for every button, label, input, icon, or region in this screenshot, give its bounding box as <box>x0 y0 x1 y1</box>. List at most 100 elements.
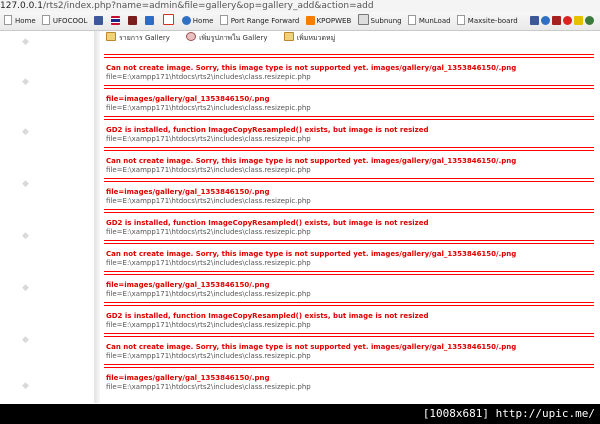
watermark-bar: [1008x681] http://upic.me/ <box>0 404 600 424</box>
bookmark-port-range-forward[interactable]: Port Range Forward <box>219 12 299 30</box>
divider <box>104 367 594 368</box>
bookmark-kpopweb[interactable]: KPOPWEB <box>305 12 351 30</box>
left-sidebar: ◆ ◆ ◆ ◆ ◆ ◆ ◆ ◆ <box>0 31 92 403</box>
thai-flag-icon <box>110 16 120 25</box>
error-block: GD2 is installed, function ImageCopyResa… <box>102 299 596 330</box>
main-content: รายการ Gallery เพิ่มรูปภาพใน Gallery เพิ… <box>102 31 596 403</box>
tab-add-category[interactable]: เพิ่มหมวดหมู่ <box>283 32 335 42</box>
divider <box>104 147 594 148</box>
divider <box>104 212 594 213</box>
error-block: Can not create image. Sorry, this image … <box>102 330 596 361</box>
error-file: file=E:\xampp171\htdocs\rts2\includes\cl… <box>106 290 311 298</box>
fold-arrow-icon: ◆ <box>22 335 29 345</box>
error-block: Can not create image. Sorry, this image … <box>102 237 596 268</box>
error-message: Can not create image. Sorry, this image … <box>106 343 517 351</box>
error-message: GD2 is installed, function ImageCopyResa… <box>106 312 429 320</box>
error-file: file=E:\xampp171\htdocs\rts2\includes\cl… <box>106 352 311 360</box>
pencil-icon[interactable] <box>574 16 583 25</box>
gmail-icon <box>162 14 174 25</box>
fold-arrow-icon: ◆ <box>22 179 29 189</box>
bookmark-gmail[interactable] <box>162 12 176 30</box>
divider <box>104 54 594 55</box>
url-host: 127.0.0.1 <box>0 1 43 11</box>
divider <box>104 364 594 365</box>
divider <box>104 119 594 120</box>
gallery-tabs: รายการ Gallery เพิ่มรูปภาพใน Gallery เพิ… <box>102 31 596 51</box>
error-file: file=E:\xampp171\htdocs\rts2\includes\cl… <box>106 166 311 174</box>
error-message: file=images/gallery/gal_1353846150/.png <box>106 374 270 382</box>
folder-icon <box>106 32 116 41</box>
error-message: file=images/gallery/gal_1353846150/.png <box>106 95 270 103</box>
divider <box>104 271 594 272</box>
error-message: file=images/gallery/gal_1353846150/.png <box>106 188 270 196</box>
error-block: file=images/gallery/gal_1353846150/.png f… <box>102 175 596 206</box>
divider <box>104 243 594 244</box>
fold-arrow-icon: ◆ <box>22 283 29 293</box>
extension-icon <box>128 16 138 25</box>
bookmark-facebook[interactable] <box>93 12 105 30</box>
tab-add-image[interactable]: เพิ่มรูปภาพใน Gallery <box>186 32 267 42</box>
page-icon <box>407 15 416 25</box>
divider <box>104 85 594 86</box>
globe-icon <box>181 16 191 25</box>
divider <box>104 116 594 117</box>
page-icon <box>456 15 465 25</box>
address-bar[interactable]: 127.0.0.1/rts2/index.php?name=admin&file… <box>0 0 600 12</box>
extension-icons <box>530 12 596 30</box>
bookmark-munload[interactable]: MunLoad <box>407 12 451 30</box>
settings-icon[interactable] <box>585 16 594 25</box>
divider <box>104 305 594 306</box>
lock-icon[interactable] <box>552 16 561 25</box>
star-icon[interactable] <box>541 16 550 25</box>
divider <box>104 209 594 210</box>
error-file: file=E:\xampp171\htdocs\rts2\includes\cl… <box>106 228 311 236</box>
url-path: /rts2/index.php?name=admin&file=gallery&… <box>42 1 374 11</box>
error-file: file=E:\xampp171\htdocs\rts2\includes\cl… <box>106 197 311 205</box>
error-message: Can not create image. Sorry, this image … <box>106 157 517 165</box>
watermark-text: [1008x681] http://upic.me/ <box>422 407 595 420</box>
divider <box>104 57 594 58</box>
bookmark-zing[interactable] <box>145 12 156 30</box>
error-file: file=E:\xampp171\htdocs\rts2\includes\cl… <box>106 383 311 391</box>
bookmark-maxsite-board[interactable]: Maxsite-board <box>456 12 518 30</box>
fold-arrow-icon: ◆ <box>22 231 29 241</box>
zing-icon <box>145 16 155 25</box>
error-file: file=E:\xampp171\htdocs\rts2\includes\cl… <box>106 135 311 143</box>
error-file: file=E:\xampp171\htdocs\rts2\includes\cl… <box>106 321 311 329</box>
fold-arrow-icon: ◆ <box>22 37 29 47</box>
bookmark-thai-flag[interactable] <box>110 12 122 30</box>
divider <box>104 333 594 334</box>
column-shadow <box>94 31 100 403</box>
image-add-icon <box>186 32 197 41</box>
blogger-icon <box>305 16 315 25</box>
facebook-icon <box>93 16 103 25</box>
divider <box>104 302 594 303</box>
divider <box>104 178 594 179</box>
folder-add-icon <box>283 32 294 41</box>
error-message: GD2 is installed, function ImageCopyResa… <box>106 219 429 227</box>
bookmark-extension[interactable] <box>128 12 139 30</box>
error-message: Can not create image. Sorry, this image … <box>106 250 517 258</box>
fold-arrow-icon: ◆ <box>22 77 29 87</box>
divider <box>104 181 594 182</box>
divider <box>104 240 594 241</box>
bookmark-ufocool[interactable]: UFOCOOL <box>41 12 87 30</box>
error-file: file=E:\xampp171\htdocs\rts2\includes\cl… <box>106 73 311 81</box>
error-block: file=images/gallery/gal_1353846150/.png f… <box>102 82 596 113</box>
divider <box>104 88 594 89</box>
error-message: file=images/gallery/gal_1353846150/.png <box>106 281 270 289</box>
error-message: GD2 is installed, function ImageCopyResa… <box>106 126 429 134</box>
divider <box>104 150 594 151</box>
tab-gallery-list[interactable]: รายการ Gallery <box>106 32 170 42</box>
bookmark-home[interactable]: Home <box>4 12 36 30</box>
facebook-icon[interactable] <box>530 16 539 25</box>
bookmark-subnung[interactable]: Subnung <box>357 12 402 30</box>
subnung-icon <box>357 14 369 25</box>
bookmark-home-globe[interactable]: Home <box>181 12 213 30</box>
page-icon <box>41 15 50 25</box>
error-file: file=E:\xampp171\htdocs\rts2\includes\cl… <box>106 104 311 112</box>
error-message: Can not create image. Sorry, this image … <box>106 64 517 72</box>
stop-icon[interactable] <box>563 16 572 25</box>
divider <box>104 274 594 275</box>
error-block: file=images/gallery/gal_1353846150/.png f… <box>102 361 596 392</box>
